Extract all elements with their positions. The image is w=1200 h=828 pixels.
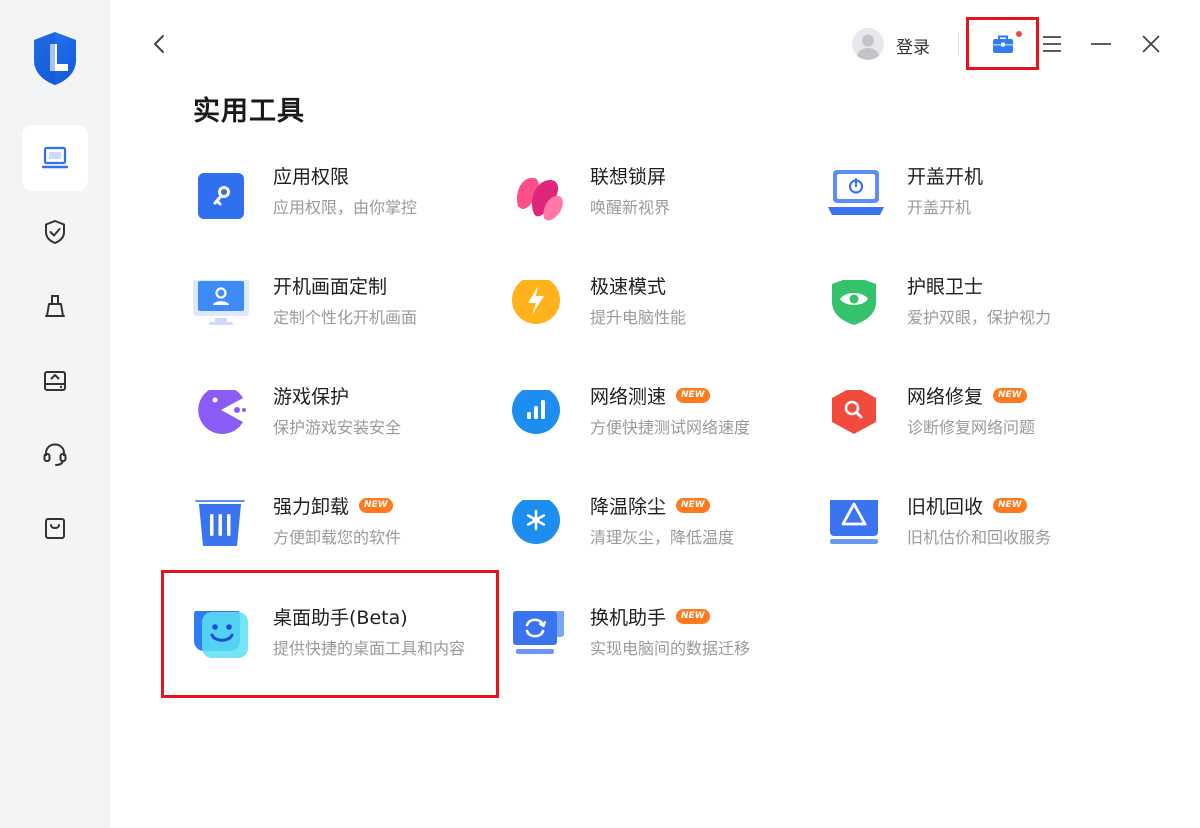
broom-icon xyxy=(45,295,65,317)
tool-network-speedtest[interactable]: 网络测速 NEW 方便快捷测试网络速度 xyxy=(510,386,810,470)
login-button[interactable]: 登录 xyxy=(896,33,930,58)
app-logo-icon xyxy=(30,30,80,86)
back-button[interactable] xyxy=(146,30,174,58)
tool-desc: 诊断修复网络问题 xyxy=(907,418,1036,437)
tool-speed-mode[interactable]: 极速模式 提升电脑性能 xyxy=(510,276,810,360)
menu-button[interactable] xyxy=(1038,30,1066,58)
tool-desc: 爱护双眼，保护视力 xyxy=(907,308,1052,327)
tool-migration-assistant[interactable]: 换机助手 NEW 实现电脑间的数据迁移 xyxy=(510,605,810,691)
tool-lenovo-lockscreen[interactable]: 联想锁屏 唤醒新视界 xyxy=(510,166,810,250)
tool-open-lid-boot[interactable]: 开盖开机 开盖开机 xyxy=(827,166,1127,250)
tool-force-uninstall[interactable]: 强力卸载 NEW 方便卸载您的软件 xyxy=(193,492,493,580)
tool-name: 网络修复 xyxy=(907,386,984,408)
nav-item-service[interactable] xyxy=(22,421,88,487)
tool-desc: 开盖开机 xyxy=(907,198,972,217)
tool-name: 网络测速 xyxy=(590,386,667,408)
nav-item-computer[interactable] xyxy=(22,125,88,191)
repair-hexagon-icon xyxy=(827,386,885,448)
hamburger-icon xyxy=(1043,36,1061,52)
tool-desc: 提升电脑性能 xyxy=(590,308,687,327)
tool-desc: 提供快捷的桌面工具和内容 xyxy=(273,639,466,658)
tool-name: 降温除尘 xyxy=(590,496,667,518)
shield-check-icon xyxy=(45,219,65,245)
shopping-bag-icon xyxy=(45,518,65,539)
new-badge: NEW xyxy=(359,498,393,513)
minimize-icon xyxy=(1091,43,1111,45)
monitor-custom-icon xyxy=(193,276,251,338)
header-divider xyxy=(958,32,959,56)
tool-network-repair[interactable]: 网络修复 NEW 诊断修复网络问题 xyxy=(827,386,1127,470)
drive-upload-icon xyxy=(44,371,66,391)
tool-name: 换机助手 xyxy=(590,607,667,629)
trash-can-icon xyxy=(193,492,251,558)
recycle-icon xyxy=(827,496,885,558)
notification-dot xyxy=(1016,31,1022,37)
lightning-icon xyxy=(510,276,568,338)
tool-eye-guard[interactable]: 护眼卫士 爱护双眼，保护视力 xyxy=(827,276,1127,360)
tool-desc: 保护游戏安装安全 xyxy=(273,418,402,437)
tool-desc: 唤醒新视界 xyxy=(590,198,671,217)
tool-name: 联想锁屏 xyxy=(590,166,667,188)
new-badge: NEW xyxy=(993,498,1027,513)
user-icon xyxy=(856,34,880,60)
nav-item-security[interactable] xyxy=(22,199,88,265)
tool-name: 极速模式 xyxy=(590,276,667,298)
new-badge: NEW xyxy=(676,609,710,624)
tool-name: 护眼卫士 xyxy=(907,276,984,298)
avatar[interactable] xyxy=(852,28,884,60)
headset-icon xyxy=(43,443,67,466)
tool-name: 应用权限 xyxy=(273,166,350,188)
tool-desc: 方便快捷测试网络速度 xyxy=(590,418,751,437)
tool-desc: 旧机估价和回收服务 xyxy=(907,528,1052,547)
toolbox-button[interactable] xyxy=(966,17,1039,70)
eye-shield-icon xyxy=(827,276,885,338)
nav-item-clean[interactable] xyxy=(22,273,88,339)
device-sync-icon xyxy=(510,605,568,669)
tool-app-permissions[interactable]: 应用权限 应用权限，由你掌控 xyxy=(193,166,493,250)
signal-bars-icon xyxy=(510,386,568,448)
tool-desktop-assistant[interactable]: 桌面助手(Beta) 提供快捷的桌面工具和内容 xyxy=(193,605,493,691)
tool-old-device-recycle[interactable]: 旧机回收 NEW 旧机估价和回收服务 xyxy=(827,496,1127,580)
nav-item-store[interactable] xyxy=(22,495,88,561)
tool-game-protect[interactable]: 游戏保护 保护游戏安装安全 xyxy=(193,386,493,470)
lockscreen-petal-icon xyxy=(510,170,568,228)
page-title: 实用工具 xyxy=(193,96,305,127)
close-button[interactable] xyxy=(1137,30,1165,58)
tool-name: 开机画面定制 xyxy=(273,276,388,298)
app-permission-icon xyxy=(193,170,251,228)
tool-desc: 实现电脑间的数据迁移 xyxy=(590,639,751,658)
toolbox-icon xyxy=(992,35,1013,53)
tool-desc: 清理灰尘，降低温度 xyxy=(590,528,735,547)
chevron-left-icon xyxy=(154,35,164,53)
tool-cooling-dust[interactable]: 降温除尘 NEW 清理灰尘，降低温度 xyxy=(510,496,810,580)
laptop-icon xyxy=(41,146,69,169)
sidebar xyxy=(0,0,110,828)
laptop-power-icon xyxy=(827,170,885,228)
pacman-icon xyxy=(193,386,251,448)
smiley-face-icon xyxy=(193,605,251,669)
tool-name: 强力卸载 xyxy=(273,496,350,518)
tool-desc: 方便卸载您的软件 xyxy=(273,528,402,547)
new-badge: NEW xyxy=(676,388,710,403)
tool-name: 旧机回收 xyxy=(907,496,984,518)
new-badge: NEW xyxy=(993,388,1027,403)
close-icon xyxy=(1142,35,1160,53)
tool-name: 桌面助手(Beta) xyxy=(273,607,408,629)
tool-name: 开盖开机 xyxy=(907,166,984,188)
tool-desc: 定制个性化开机画面 xyxy=(273,308,418,327)
nav-item-driver[interactable] xyxy=(22,347,88,413)
minimize-button[interactable] xyxy=(1087,30,1115,58)
tool-boot-screen-custom[interactable]: 开机画面定制 定制个性化开机画面 xyxy=(193,276,493,360)
tool-desc: 应用权限，由你掌控 xyxy=(273,198,418,217)
tool-name: 游戏保护 xyxy=(273,386,350,408)
snowflake-icon xyxy=(510,496,568,558)
new-badge: NEW xyxy=(676,498,710,513)
